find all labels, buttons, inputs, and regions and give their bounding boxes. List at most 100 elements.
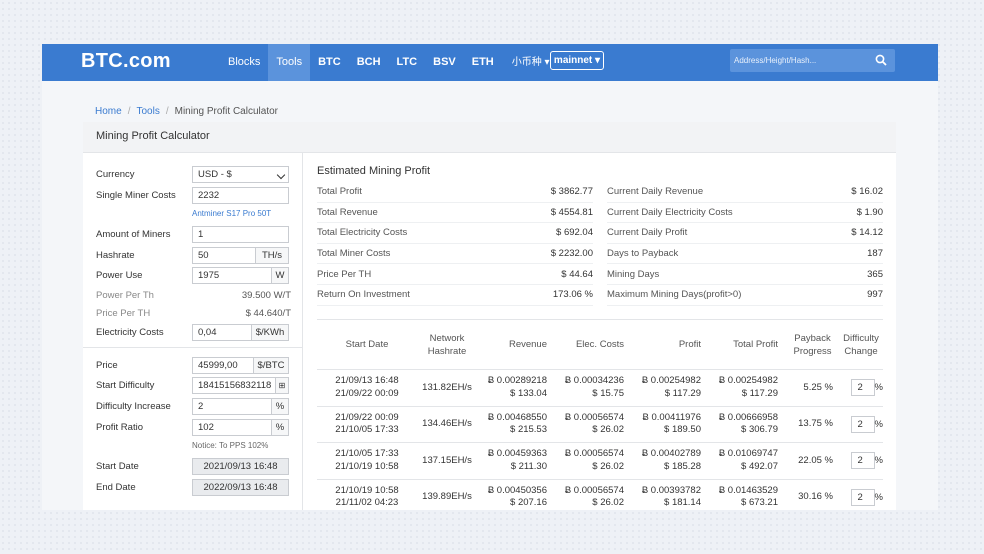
cell-total-profit: Ƀ 0.01463529 $ 673.21: [701, 485, 778, 510]
cell-hashrate: 139.89EH/s: [422, 491, 472, 502]
price-label: Price: [96, 360, 118, 371]
summary-left: Total Profit $ 3862.77 Total Revenue $ 455…: [317, 182, 593, 306]
usd-value: $ 306.79: [741, 424, 778, 436]
usd-value: $ 215.53: [510, 424, 547, 436]
network-select[interactable]: mainnet ▾: [550, 51, 604, 70]
cell-date: 21/09/22 00:09 21/10/05 17:33: [317, 412, 417, 437]
cell-total-profit: Ƀ 0.01069747 $ 492.07: [701, 448, 778, 473]
profit-ratio-label: Profit Ratio: [96, 422, 143, 433]
nav-ltc[interactable]: LTC: [389, 44, 426, 81]
cell-hashrate: 134.46EH/s: [422, 418, 472, 429]
usd-value: $ 181.14: [664, 497, 701, 509]
summary-row: Total Miner Costs $ 2232.00: [317, 244, 593, 265]
summary-key: Total Profit: [317, 186, 362, 198]
diff-inc-unit: %: [272, 398, 289, 415]
col-difficulty-change: Difficulty Change: [833, 332, 883, 358]
usd-value: $ 26.02: [592, 497, 624, 509]
breadcrumb-tools[interactable]: Tools: [136, 106, 159, 117]
nav-bch[interactable]: BCH: [349, 44, 389, 81]
cell-payback: 30.16 %: [798, 491, 833, 502]
header-line: Network: [429, 332, 465, 344]
cell-total-profit: Ƀ 0.00666958 $ 306.79: [701, 412, 778, 437]
date-from: 21/10/19 10:58: [335, 484, 399, 496]
end-date-field[interactable]: 2022/09/13 16:48: [192, 479, 289, 496]
amount-input[interactable]: 1: [192, 226, 289, 243]
difficulty-input[interactable]: 18415156832118: [192, 377, 276, 394]
summary-value: 173.06 %: [552, 289, 593, 301]
miner-cost-label: Single Miner Costs: [96, 190, 176, 201]
usd-value: $ 189.50: [664, 424, 701, 436]
nav-blocks[interactable]: Blocks: [220, 44, 268, 81]
browser-frame: BTC.com Blocks Tools BTC BCH LTC BSV ETH…: [42, 44, 938, 510]
summary-value: $ 1.90: [856, 206, 883, 218]
summary-value: $ 692.04: [556, 227, 593, 239]
difficulty-change-input[interactable]: 2: [850, 488, 875, 506]
btc-value: Ƀ 0.00056574: [564, 484, 624, 496]
diff-inc-input[interactable]: 2: [192, 398, 272, 415]
nav-small-coins-dropdown[interactable]: 小币种 ▾: [512, 44, 550, 81]
nav-btc[interactable]: BTC: [310, 44, 349, 81]
usd-value: $ 207.16: [510, 497, 547, 509]
power-label: Power Use: [96, 270, 143, 281]
cell-revenue: Ƀ 0.00289218 $ 133.04: [477, 375, 547, 400]
summary-row: Total Profit $ 3862.77: [317, 182, 593, 203]
summary-row: Current Daily Profit $ 14.12: [607, 223, 883, 244]
logo[interactable]: BTC.com: [81, 50, 171, 73]
table-row: 21/10/05 17:33 21/10/19 10:58 137.15EH/s …: [317, 443, 883, 480]
price-per-th-value: $ 44.640/T: [245, 308, 291, 319]
summary-row: Maximum Mining Days(profit>0) 997: [607, 285, 883, 306]
nav-bsv[interactable]: BSV: [425, 44, 464, 81]
btc-value: Ƀ 0.00450356: [487, 484, 547, 496]
summary-value: $ 3862.77: [550, 186, 593, 198]
power-input[interactable]: 1975: [192, 267, 272, 284]
col-revenue: Revenue: [508, 339, 547, 350]
percent-unit: %: [874, 491, 883, 503]
calculator-form: Currency USD - $ Single Miner Costs 2232…: [83, 153, 303, 510]
cell-payback: 5.25 %: [803, 381, 833, 393]
btc-value: Ƀ 0.01463529: [718, 484, 778, 496]
usd-value: $ 26.02: [592, 460, 624, 472]
pps-notice: Notice: To PPS 102%: [192, 441, 269, 450]
nav-eth[interactable]: ETH: [464, 44, 502, 81]
start-date-field[interactable]: 2021/09/13 16:48: [192, 458, 289, 475]
chevron-down-icon: [276, 170, 286, 180]
small-coins-label: 小币种: [511, 57, 542, 68]
summary-value: $ 14.12: [851, 227, 883, 239]
calendar-icon[interactable]: ⊞: [276, 377, 289, 394]
usd-value: $ 117.29: [741, 387, 778, 399]
price-unit: $/BTC: [254, 357, 289, 374]
btc-value: Ƀ 0.00402789: [641, 448, 701, 460]
difficulty-change-input[interactable]: 2: [850, 379, 875, 397]
nav-links: Blocks Tools BTC BCH LTC BSV ETH 小币种 ▾: [220, 44, 550, 81]
summary-value: $ 4554.81: [550, 206, 593, 218]
miner-model-link[interactable]: Antminer S17 Pro 50T: [192, 209, 271, 218]
currency-select[interactable]: USD - $: [192, 166, 289, 183]
difficulty-change-input[interactable]: 2: [850, 452, 875, 470]
header-line: Change: [844, 345, 878, 357]
breadcrumb-home[interactable]: Home: [95, 106, 122, 117]
btc-value: Ƀ 0.00289218: [487, 375, 547, 387]
search-input[interactable]: [730, 49, 870, 72]
date-from: 21/09/22 00:09: [335, 411, 399, 423]
difficulty-change-input[interactable]: 2: [850, 415, 875, 433]
btc-value: Ƀ 0.00666958: [718, 411, 778, 423]
usd-value: $ 26.02: [592, 424, 624, 436]
summary-key: Total Revenue: [317, 206, 378, 218]
profit-ratio-input[interactable]: 102: [192, 419, 272, 436]
summary-key: Total Miner Costs: [317, 248, 391, 260]
hashrate-input[interactable]: 50: [192, 247, 256, 264]
elec-input[interactable]: 0,04: [192, 324, 252, 341]
table-row: 21/09/13 16:48 21/09/22 00:09 131.82EH/s …: [317, 370, 883, 407]
price-input[interactable]: 45999,00: [192, 357, 254, 374]
summary-key: Current Daily Profit: [607, 227, 688, 239]
miner-cost-input[interactable]: 2232: [192, 187, 289, 204]
date-to: 21/11/02 04:23: [335, 497, 399, 509]
usd-value: $ 117.29: [664, 387, 701, 399]
btc-value: Ƀ 0.01069747: [718, 448, 778, 460]
nav-tools[interactable]: Tools: [268, 44, 311, 81]
cell-payback: 22.05 %: [798, 454, 833, 466]
search-icon[interactable]: [875, 54, 887, 66]
summary-row: Total Revenue $ 4554.81: [317, 203, 593, 224]
cell-difficulty: 2%: [833, 488, 883, 506]
currency-label: Currency: [96, 169, 135, 180]
